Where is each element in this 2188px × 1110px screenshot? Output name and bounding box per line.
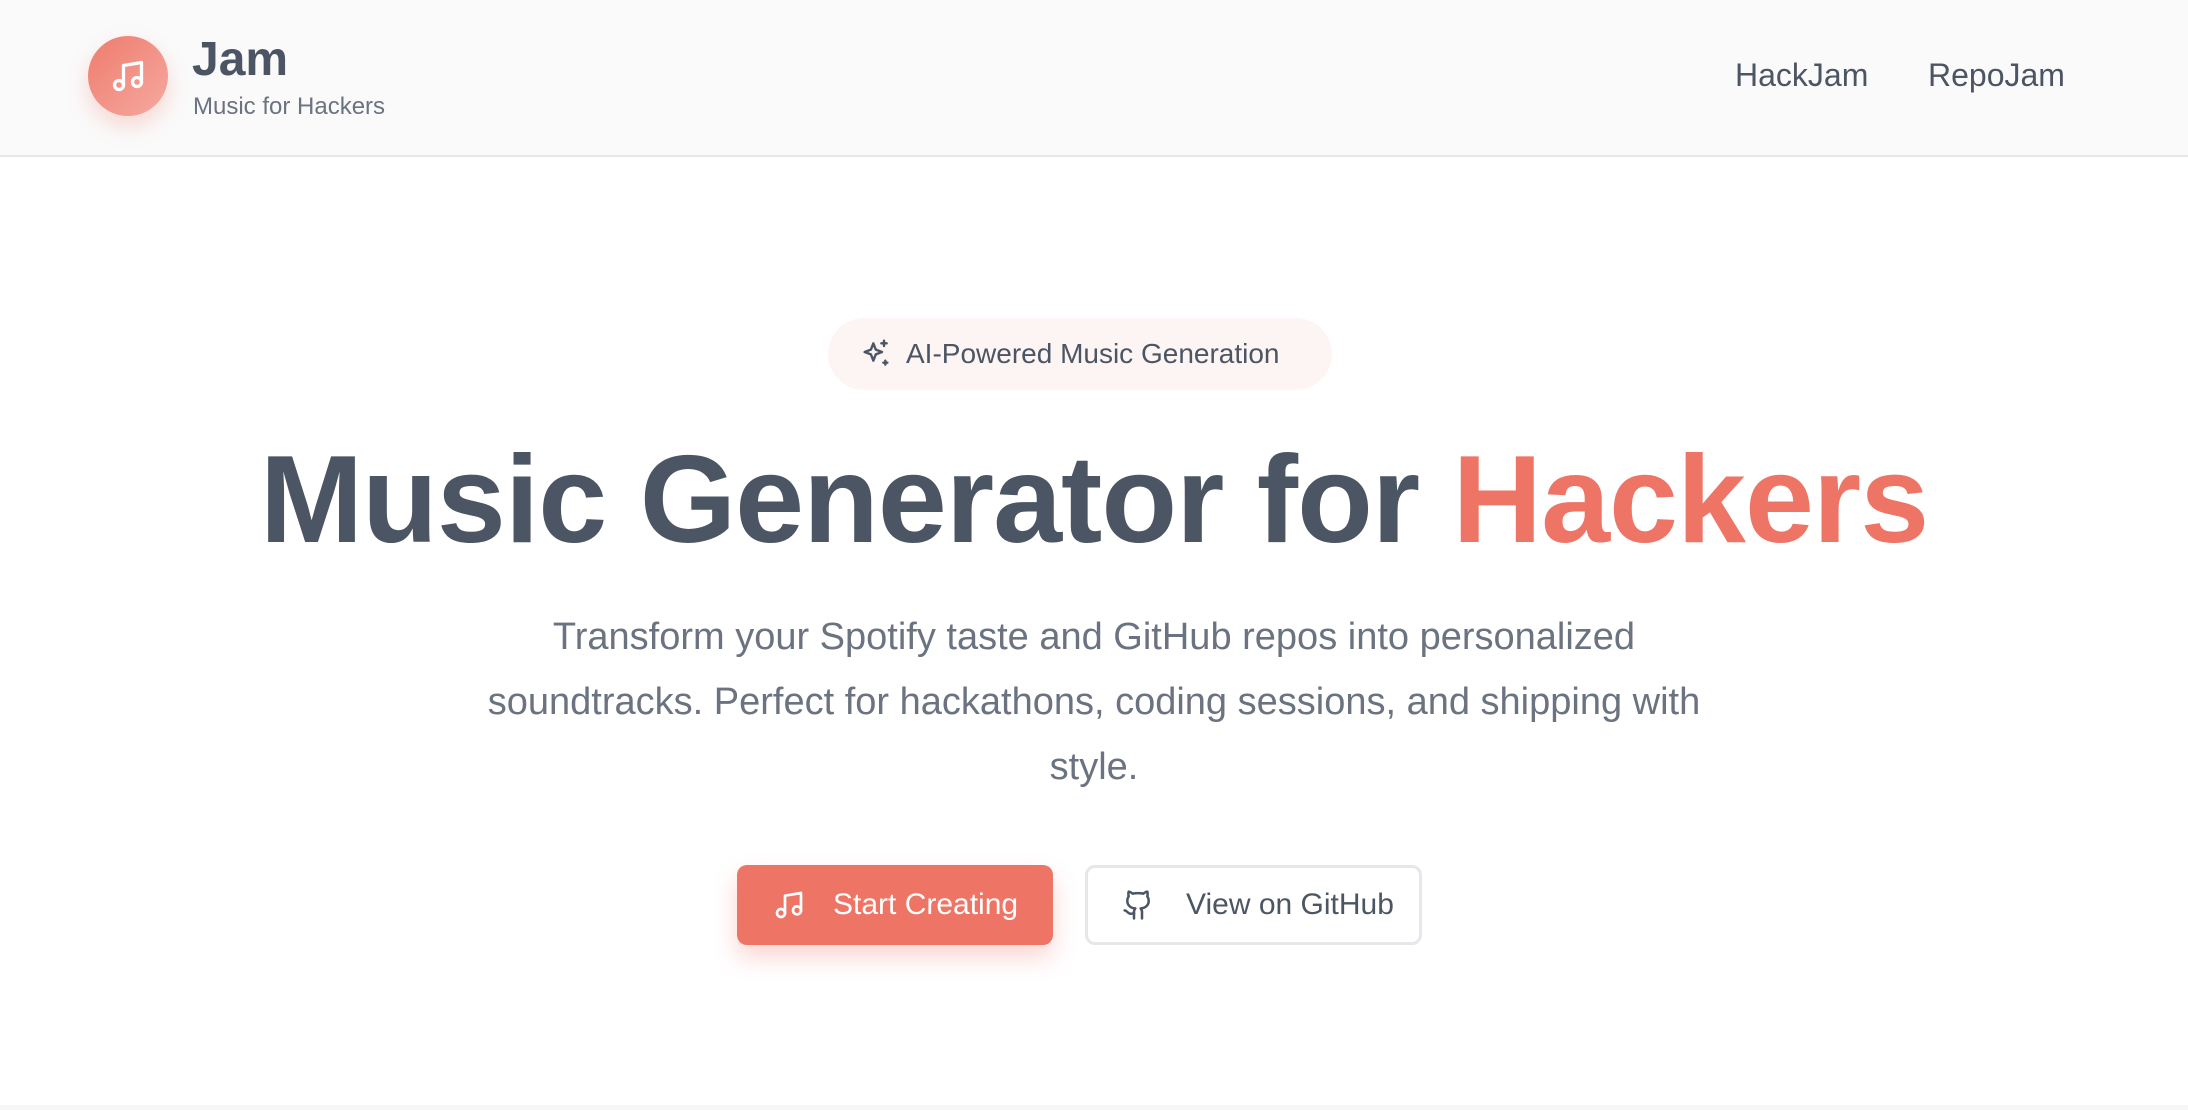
nav-link-repojam[interactable]: RepoJam (1928, 55, 2065, 95)
view-on-github-button[interactable]: View on GitHub (1085, 865, 1422, 945)
github-icon (1123, 890, 1150, 920)
section-divider (0, 1105, 2188, 1110)
logo[interactable] (88, 36, 168, 116)
hero-subtitle: Transform your Spotify taste and GitHub … (487, 616, 1701, 788)
badge-text: AI-Powered Music Generation (906, 338, 1280, 369)
music-note-icon (112, 60, 144, 92)
headline-main: Music Generator for (259, 431, 1453, 569)
brand-tagline: Music for Hackers (193, 93, 386, 120)
page-title: Music Generator for Hackers (0, 425, 2188, 575)
feature-badge: AI-Powered Music Generation (828, 318, 1332, 390)
start-creating-button[interactable]: Start Creating (737, 865, 1053, 945)
view-on-github-label: View on GitHub (1186, 888, 1394, 921)
music-note-icon (775, 891, 803, 919)
sparkles-icon (863, 339, 889, 366)
headline-accent: Hackers (1452, 431, 1930, 569)
brand-name: Jam (192, 33, 289, 86)
start-creating-label: Start Creating (833, 888, 1019, 921)
top-header: Jam Music for Hackers HackJam RepoJam (0, 0, 2188, 157)
nav-link-hackjam[interactable]: HackJam (1735, 55, 1868, 95)
